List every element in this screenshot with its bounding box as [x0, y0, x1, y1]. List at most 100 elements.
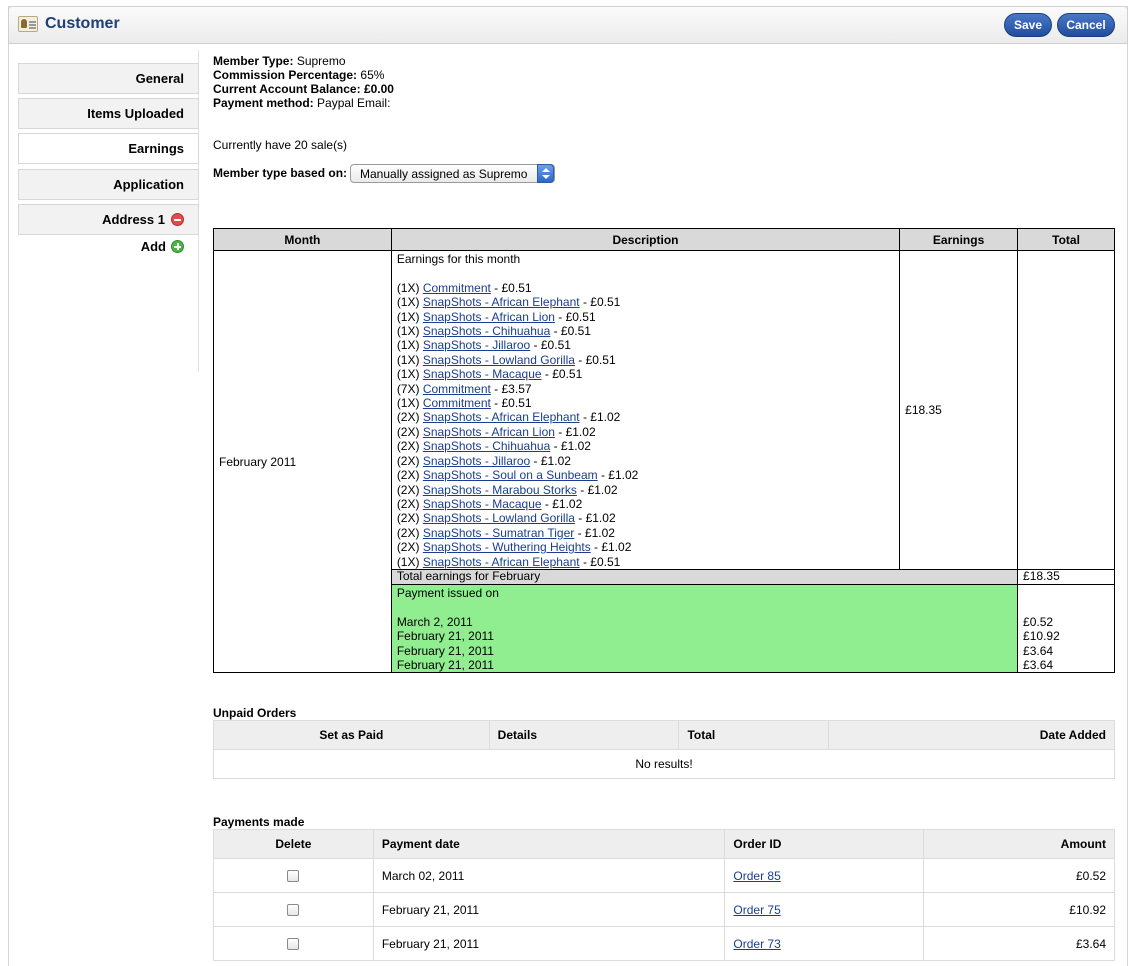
unpaid-orders-table: Set as Paid Details Total Date Added No … — [213, 720, 1115, 779]
earnings-item: (2X) SnapShots - African Lion - £1.02 — [397, 425, 894, 439]
earnings-row: February 2011 Earnings for this month (1… — [213, 249, 1115, 674]
balance-label: Current Account Balance: — [213, 82, 361, 96]
tab-address-1[interactable]: Address 1 — [18, 204, 199, 235]
item-link[interactable]: SnapShots - African Elephant — [423, 295, 580, 309]
payment-issued-amount: £10.92 — [1023, 629, 1060, 644]
payment-method-value: Paypal Email: — [317, 96, 391, 110]
payment-date: February 21, 2011 — [372, 926, 726, 961]
unpaid-header-row: Set as Paid Details Total Date Added — [213, 720, 1115, 750]
item-qty: (1X) — [396, 324, 420, 339]
tab-items-uploaded[interactable]: Items Uploaded — [18, 98, 199, 129]
total-label: Total earnings for February — [390, 568, 1019, 585]
item-amount: - £0.51 — [550, 324, 591, 339]
item-qty: (1X) — [396, 280, 420, 295]
page-title: Customer — [45, 15, 120, 32]
item-amount: - £0.51 — [574, 352, 616, 367]
delete-cell — [213, 926, 374, 961]
unpaid-empty-row: No results! — [213, 749, 1115, 779]
item-link[interactable]: SnapShots - Marabou Storks — [423, 483, 577, 497]
payment-method-label: Payment method: — [213, 96, 314, 110]
item-link[interactable]: SnapShots - African Lion — [423, 310, 555, 324]
col-unpaid-total[interactable]: Total — [678, 720, 830, 750]
item-amount: - £1.02 — [576, 482, 618, 497]
item-link[interactable]: SnapShots - Sumatran Tiger — [423, 526, 574, 540]
order-cell: Order 85 — [724, 858, 925, 893]
payment-issued-date: February 21, 2011 — [396, 629, 494, 644]
item-qty: (1X) — [396, 396, 420, 411]
earnings-item: (2X) SnapShots - Macaque - £1.02 — [397, 497, 894, 511]
item-amount: - £1.02 — [574, 511, 616, 526]
item-link[interactable]: SnapShots - Macaque — [423, 367, 542, 381]
save-button[interactable]: Save — [1004, 13, 1052, 37]
col-payment-date[interactable]: Payment date — [372, 829, 726, 859]
member-type-label: Member Type: — [213, 54, 294, 68]
payments-made-table: Delete Payment date Order ID Amount Marc… — [213, 829, 1115, 961]
order-cell: Order 75 — [724, 892, 925, 927]
earnings-item: (1X) SnapShots - African Elephant - £0.5… — [397, 555, 894, 569]
item-amount: - £1.02 — [530, 453, 571, 468]
col-order-id[interactable]: Order ID — [724, 829, 925, 859]
item-link[interactable]: Commitment — [423, 281, 491, 295]
order-link[interactable]: Order 73 — [733, 937, 780, 951]
item-link[interactable]: SnapShots - Macaque — [423, 497, 542, 511]
item-link[interactable]: SnapShots - African Lion — [423, 425, 555, 439]
remove-address-icon[interactable] — [171, 213, 184, 226]
col-details[interactable]: Details — [488, 720, 680, 750]
no-results-text: No results! — [213, 749, 1115, 779]
item-amount: - £1.02 — [550, 439, 591, 454]
payment-row: February 21, 2011 Order 73 £3.64 — [213, 926, 1115, 961]
item-qty: (2X) — [396, 511, 420, 526]
member-type-value: Supremo — [296, 54, 346, 68]
balance-value: £0.00 — [363, 82, 394, 96]
order-link[interactable]: Order 75 — [733, 903, 780, 917]
delete-checkbox[interactable] — [287, 870, 300, 883]
item-qty: (2X) — [396, 525, 420, 540]
tab-general[interactable]: General — [18, 63, 199, 94]
col-month: Month — [213, 228, 392, 251]
item-qty: (2X) — [396, 424, 420, 439]
earnings-item: (1X) SnapShots - African Lion - £0.51 — [397, 310, 894, 324]
item-link[interactable]: SnapShots - Jillaroo — [423, 454, 530, 468]
delete-checkbox[interactable] — [287, 938, 300, 951]
col-set-as-paid[interactable]: Set as Paid — [213, 720, 490, 750]
delete-checkbox[interactable] — [287, 904, 300, 917]
item-qty: (7X) — [396, 381, 420, 396]
add-icon[interactable] — [171, 240, 184, 253]
tab-earnings[interactable]: Earnings — [18, 133, 199, 164]
item-link[interactable]: SnapShots - African Elephant — [423, 410, 580, 424]
payment-row: February 21, 2011 Order 75 £10.92 — [213, 892, 1115, 927]
col-amount[interactable]: Amount — [923, 829, 1115, 859]
item-link[interactable]: SnapShots - Chihuahua — [423, 324, 550, 338]
item-qty: (2X) — [396, 410, 420, 425]
order-cell: Order 73 — [724, 926, 925, 961]
item-link[interactable]: SnapShots - Jillaroo — [423, 338, 530, 352]
member-info: Member Type: Supremo Commission Percenta… — [213, 54, 394, 110]
item-amount: - £1.02 — [554, 424, 596, 439]
item-qty: (2X) — [396, 540, 420, 555]
tab-application[interactable]: Application — [18, 169, 199, 200]
col-delete[interactable]: Delete — [213, 829, 374, 859]
col-description: Description — [390, 228, 901, 251]
item-link[interactable]: SnapShots - Lowland Gorilla — [423, 511, 575, 525]
item-amount: - £0.51 — [541, 367, 583, 382]
item-link[interactable]: SnapShots - African Elephant — [423, 555, 580, 569]
col-date-added[interactable]: Date Added — [828, 720, 1115, 750]
item-link[interactable]: SnapShots - Wuthering Heights — [423, 540, 591, 554]
payment-issued-label: Payment issued on — [396, 585, 499, 600]
add-address-link[interactable]: Add — [18, 239, 199, 254]
item-amount: - £0.51 — [579, 554, 621, 569]
select-arrows-icon — [537, 164, 554, 183]
cancel-button[interactable]: Cancel — [1057, 13, 1115, 37]
payment-issued-amount: £3.64 — [1023, 643, 1054, 658]
item-link[interactable]: SnapShots - Chihuahua — [423, 439, 550, 453]
item-link[interactable]: SnapShots - Soul on a Sunbeam — [423, 468, 598, 482]
delete-cell — [213, 858, 374, 893]
item-link[interactable]: SnapShots - Lowland Gorilla — [423, 353, 575, 367]
order-link[interactable]: Order 85 — [733, 869, 780, 883]
item-link[interactable]: Commitment — [423, 382, 491, 396]
item-qty: (1X) — [396, 309, 420, 324]
member-type-select[interactable]: Manually assigned as Supremo — [350, 164, 555, 183]
payment-date: March 02, 2011 — [372, 858, 726, 893]
item-link[interactable]: Commitment — [423, 396, 491, 410]
